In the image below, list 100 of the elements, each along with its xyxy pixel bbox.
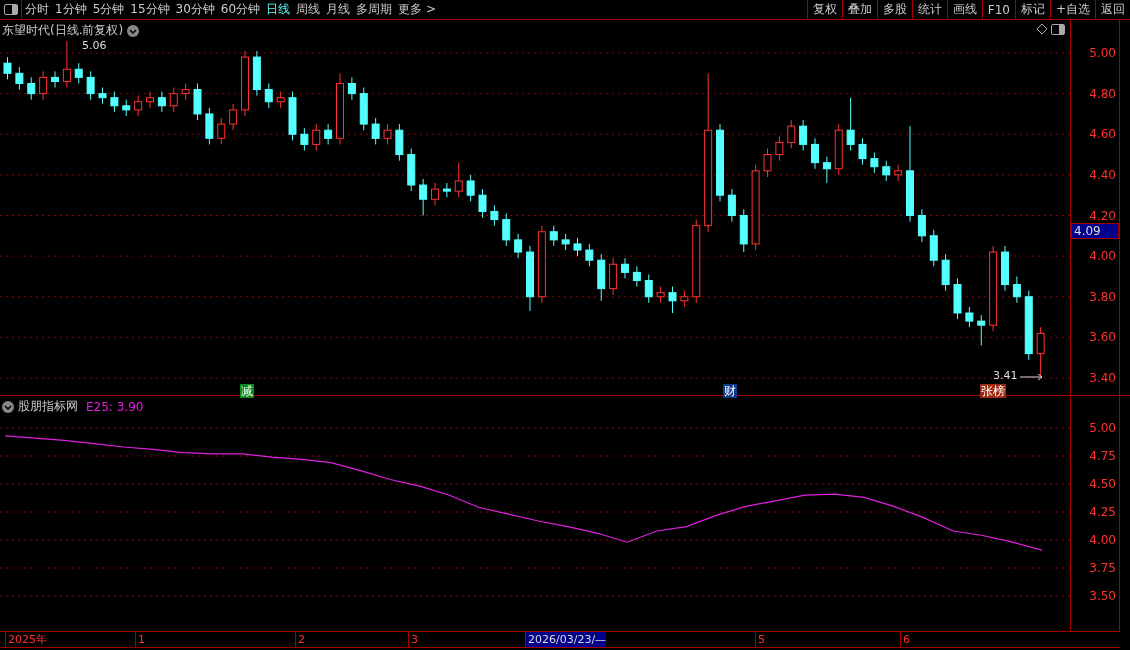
candle — [3, 56, 12, 80]
y-axis-label: 4.40 — [1089, 167, 1116, 182]
candle — [181, 82, 190, 101]
dropdown-icon[interactable] — [2, 400, 14, 413]
y-axis-label: 4.20 — [1089, 208, 1116, 223]
candle — [632, 265, 641, 288]
candle — [359, 87, 368, 131]
candle — [371, 117, 380, 145]
dropdown-icon[interactable] — [127, 24, 140, 37]
toolbar-button[interactable]: 返回 — [1095, 0, 1130, 19]
candle — [169, 87, 178, 113]
candle — [383, 123, 392, 145]
period-tab[interactable]: 日线 — [263, 0, 294, 19]
candle — [276, 91, 285, 109]
period-tab[interactable]: 60分钟 — [217, 0, 264, 19]
time-axis-label: 2025年 — [5, 632, 47, 647]
candle — [1024, 290, 1033, 361]
time-axis-label: 2026/03/23/— — [525, 632, 607, 647]
candle — [965, 306, 974, 328]
y-axis-label: 3.40 — [1089, 371, 1116, 385]
candle — [526, 245, 534, 312]
period-tab[interactable]: 1分钟 — [52, 0, 90, 19]
candle — [466, 174, 475, 202]
toolbar-button[interactable]: F10 — [981, 0, 1015, 19]
candle — [74, 62, 83, 84]
toolbar-button[interactable]: 画线 — [946, 0, 982, 19]
candle — [51, 70, 59, 89]
candle — [347, 76, 356, 101]
toolbar-button[interactable]: 多股 — [876, 0, 912, 19]
y-axis-label: 3.50 — [1089, 589, 1116, 603]
period-tab[interactable]: 5分钟 — [89, 0, 128, 19]
candle — [264, 82, 273, 109]
event-tag[interactable]: 减 — [240, 384, 254, 398]
candle — [573, 237, 582, 257]
candle — [680, 290, 689, 308]
time-axis-label: 6 — [900, 632, 910, 647]
period-tab[interactable]: 多周期 — [353, 0, 396, 19]
candle — [146, 91, 154, 109]
low-price-label: 3.41 — [993, 369, 1018, 382]
candle — [205, 107, 214, 145]
candle — [478, 188, 487, 219]
period-tab[interactable]: 更多 > — [395, 0, 439, 19]
candle — [727, 188, 736, 223]
candle — [811, 137, 819, 170]
candle — [1036, 326, 1045, 377]
diamond-icon[interactable] — [1036, 23, 1048, 35]
event-tag[interactable]: 财 — [723, 384, 737, 398]
candle — [822, 156, 831, 184]
candle — [763, 147, 772, 178]
candle — [229, 103, 238, 131]
candle — [15, 66, 24, 91]
candle — [217, 117, 226, 145]
candle — [407, 147, 416, 192]
candle — [549, 225, 558, 247]
candle — [929, 229, 938, 267]
period-tab[interactable]: 分时 — [22, 0, 52, 19]
time-axis-label: 3 — [408, 632, 418, 647]
candle — [490, 204, 499, 227]
candle — [122, 99, 131, 117]
toolbar-button[interactable]: 叠加 — [841, 0, 877, 19]
candle — [917, 208, 926, 243]
candle — [134, 95, 143, 117]
candle — [454, 162, 463, 198]
candle — [514, 233, 523, 259]
candle — [442, 182, 451, 198]
y-axis-label: 4.60 — [1089, 127, 1116, 142]
arrow-icon — [1020, 373, 1044, 381]
candle — [585, 243, 594, 267]
candle — [799, 119, 808, 151]
toolbar-button[interactable]: 统计 — [911, 0, 947, 19]
candle — [300, 127, 309, 151]
y-axis-label: 5.00 — [1089, 46, 1116, 60]
candle — [621, 257, 629, 279]
candle — [668, 286, 677, 314]
period-tab[interactable]: 15分钟 — [127, 0, 173, 19]
toolbar-button[interactable]: 复权 — [806, 0, 842, 19]
candle — [953, 277, 962, 320]
candle — [894, 164, 903, 182]
candle — [241, 50, 249, 117]
toolbar-button[interactable]: 标记 — [1014, 0, 1050, 19]
toolbar-button[interactable]: +自选 — [1049, 0, 1095, 19]
candle — [62, 40, 71, 89]
y-axis-label: 4.50 — [1089, 477, 1116, 491]
candle — [858, 137, 867, 166]
candle — [1012, 275, 1021, 304]
period-tab[interactable]: 30分钟 — [172, 0, 218, 19]
period-tab[interactable]: 周线 — [293, 0, 324, 19]
candle — [597, 253, 606, 302]
candle — [27, 76, 36, 101]
period-tab[interactable]: 月线 — [323, 0, 354, 19]
time-axis-label: 1 — [135, 632, 145, 647]
candle — [644, 273, 653, 304]
candle — [609, 257, 618, 296]
candle — [110, 91, 119, 113]
candle — [834, 123, 843, 176]
candle — [312, 123, 321, 151]
candle — [419, 178, 428, 216]
y-axis-label: 4.75 — [1089, 449, 1116, 463]
event-tag[interactable]: 张榜 — [980, 384, 1006, 398]
panel-toggle-icon[interactable] — [1050, 22, 1066, 36]
